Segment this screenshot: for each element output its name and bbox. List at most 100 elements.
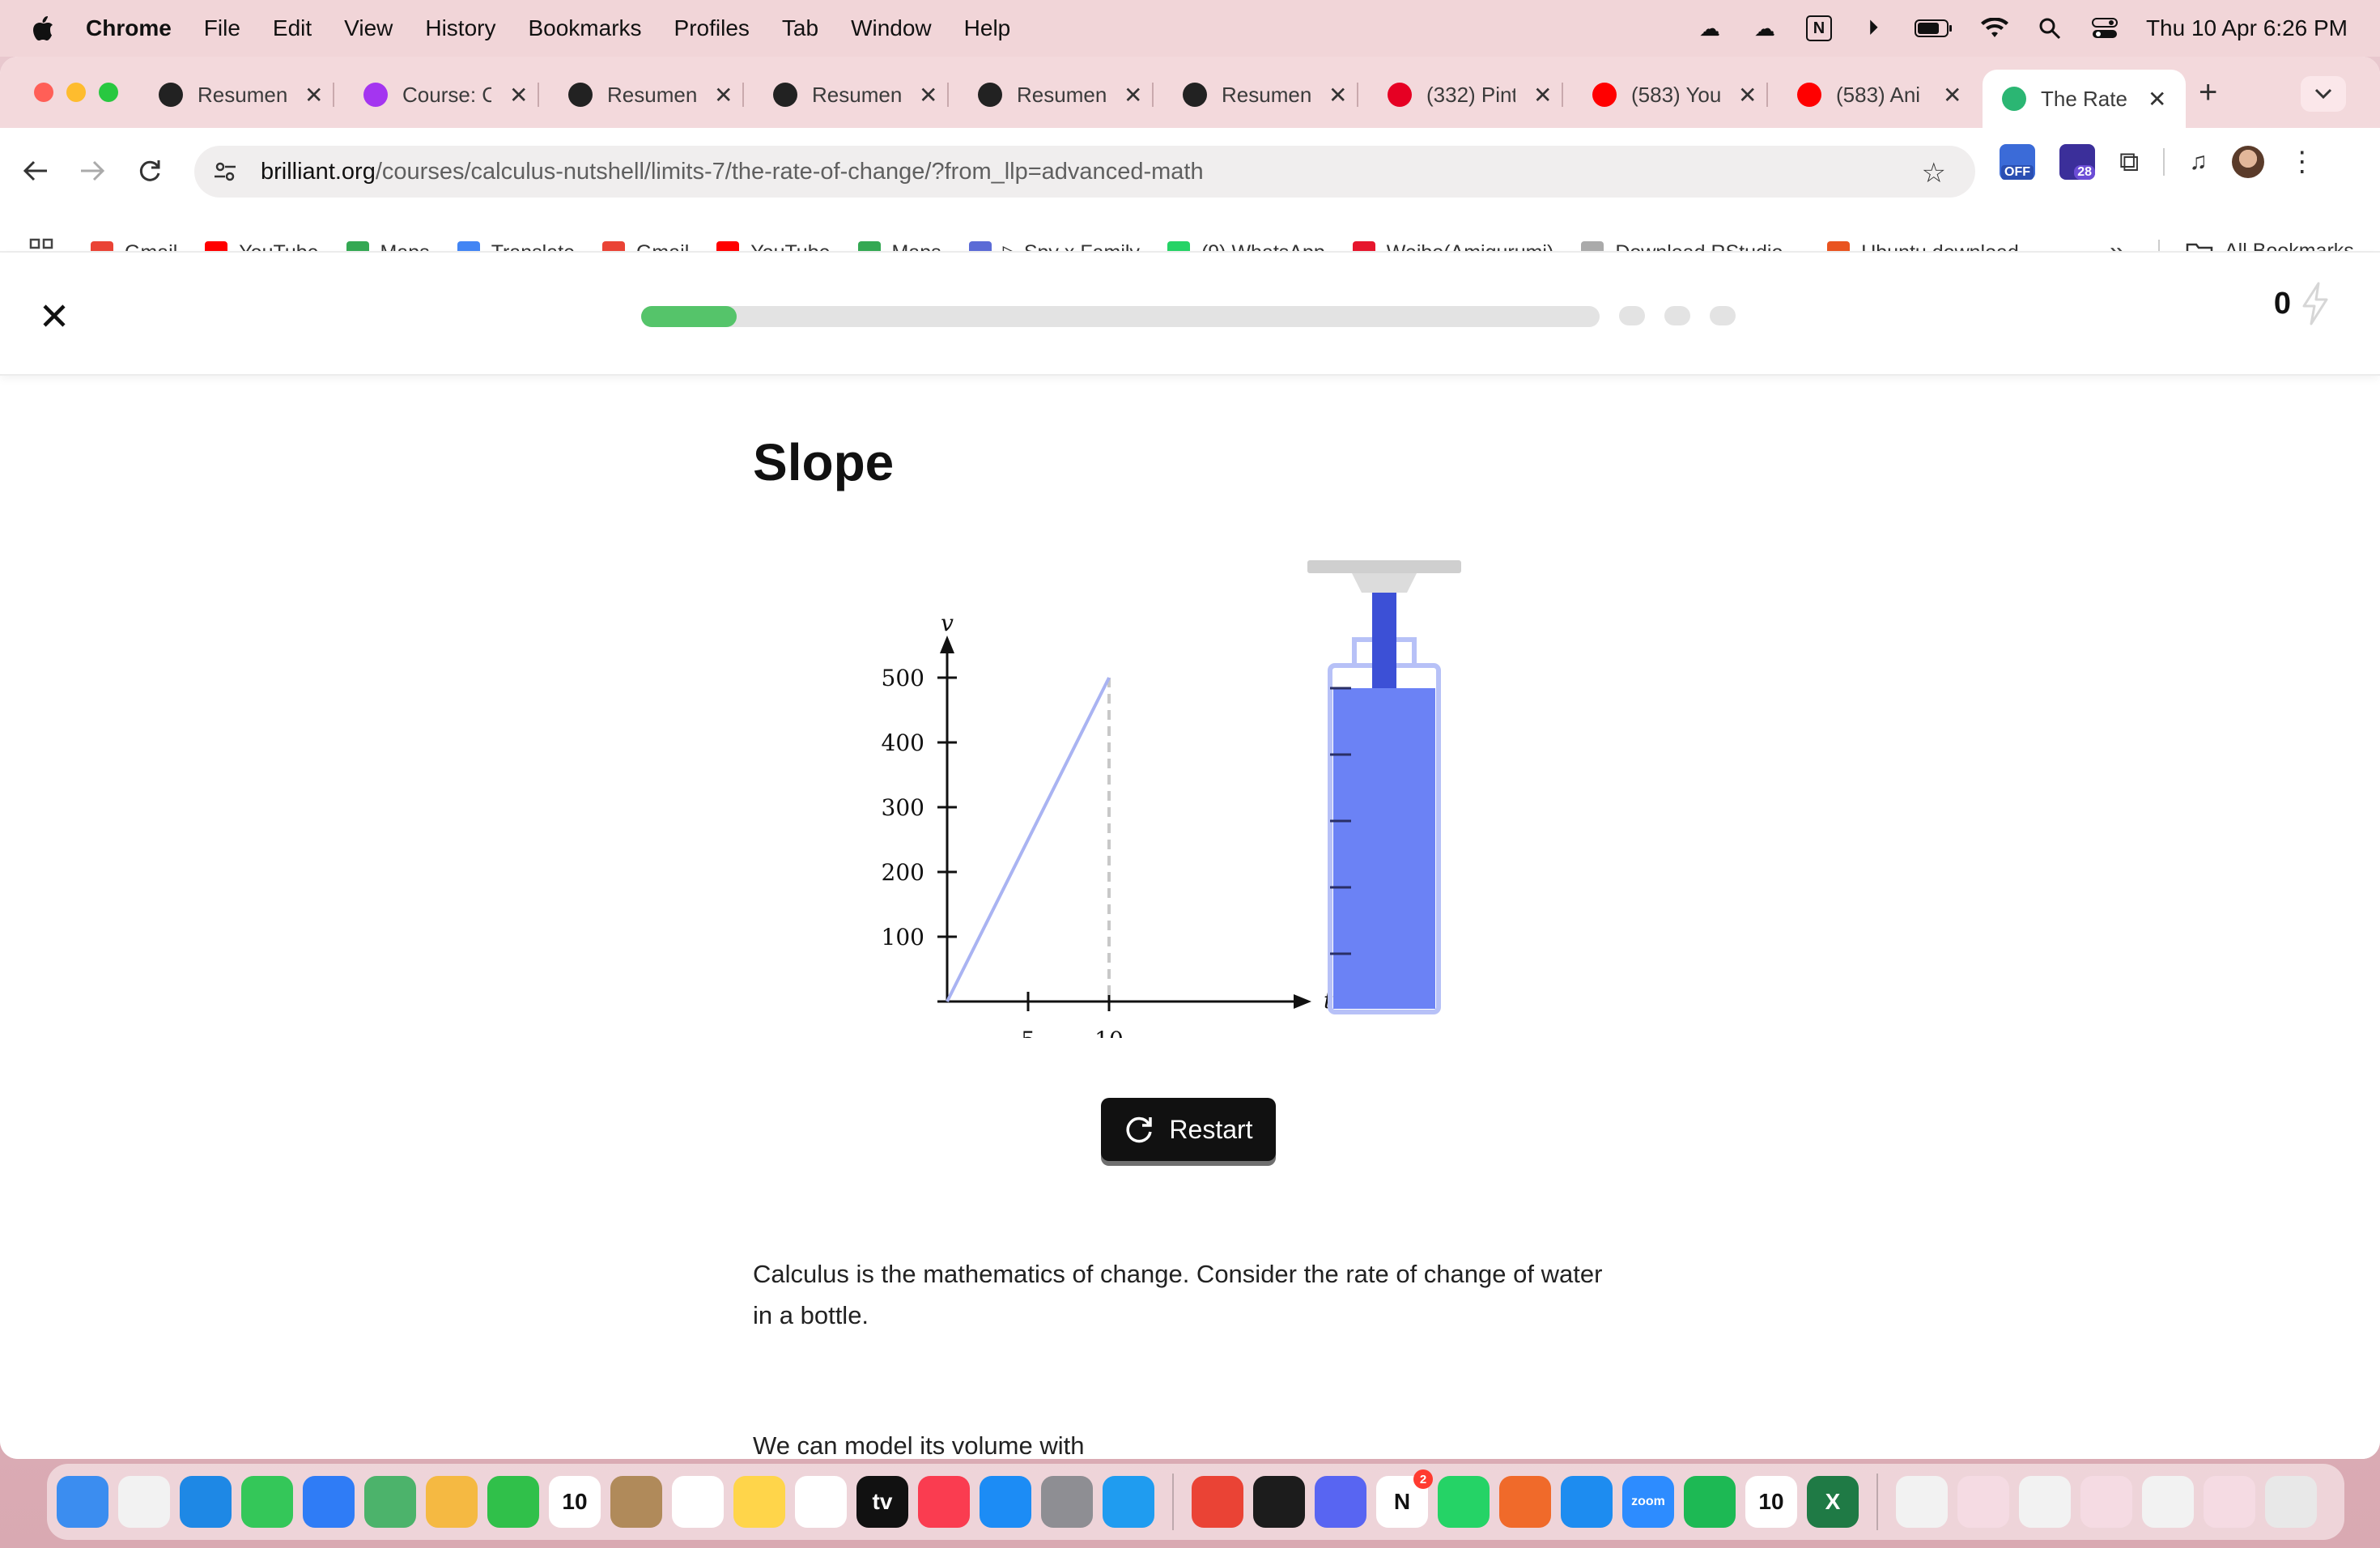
terminal-icon[interactable] [1253, 1476, 1305, 1528]
close-tab-icon[interactable]: ✕ [1943, 82, 1961, 108]
lightning-icon [2302, 282, 2328, 325]
cloud-icon[interactable]: ☁ [1751, 15, 1779, 42]
appstore-icon[interactable] [980, 1476, 1031, 1528]
site-settings-icon[interactable] [209, 155, 241, 188]
close-window-button[interactable] [34, 83, 53, 102]
close-tab-icon[interactable]: ✕ [919, 82, 937, 108]
file-icon[interactable] [2142, 1476, 2194, 1528]
extensions-puzzle-icon[interactable]: ⧉ [2119, 147, 2139, 178]
chrome-icon[interactable] [1192, 1476, 1243, 1528]
browser-tab[interactable]: The Rate ✕ [1983, 70, 2187, 128]
file-icon[interactable] [2204, 1476, 2255, 1528]
minimize-window-button[interactable] [66, 83, 86, 102]
safari-icon[interactable] [180, 1476, 232, 1528]
close-tab-icon[interactable]: ✕ [2148, 86, 2166, 113]
browser-tab[interactable]: Resumen ✕ [568, 70, 745, 120]
mail-icon[interactable] [303, 1476, 355, 1528]
settings-icon[interactable] [1041, 1476, 1093, 1528]
close-tab-icon[interactable]: ✕ [1328, 82, 1347, 108]
menu-help[interactable]: Help [964, 15, 1011, 41]
dock-divider [1172, 1474, 1174, 1530]
spotify-icon[interactable] [1684, 1476, 1736, 1528]
file-icon[interactable] [1957, 1476, 2009, 1528]
menu-file[interactable]: File [204, 15, 240, 41]
restart-button[interactable]: Restart [1101, 1098, 1276, 1161]
browser-tab[interactable]: (583) You ✕ [1592, 70, 1769, 120]
bookmark-star-icon[interactable]: ☆ [1922, 157, 1946, 189]
notion-menu-icon[interactable]: N [1805, 15, 1832, 41]
tab-search-button[interactable] [2301, 76, 2346, 112]
calendar-number-icon[interactable]: 10 [1745, 1476, 1797, 1528]
browser-tab[interactable]: Resumen ✕ [159, 70, 335, 120]
notes-icon[interactable] [733, 1476, 785, 1528]
menu-view[interactable]: View [344, 15, 393, 41]
zoom-window-button[interactable] [99, 83, 118, 102]
new-tab-button[interactable]: + [2199, 74, 2217, 111]
close-tab-icon[interactable]: ✕ [304, 82, 323, 108]
messages-icon[interactable] [241, 1476, 293, 1528]
launchpad-icon[interactable] [118, 1476, 170, 1528]
maps-icon[interactable] [364, 1476, 416, 1528]
wifi-icon[interactable] [1980, 15, 2008, 42]
y-axis-arrow [940, 636, 954, 653]
back-button[interactable] [23, 159, 49, 190]
pen-icon[interactable] [1499, 1476, 1551, 1528]
contacts-icon[interactable] [610, 1476, 662, 1528]
notion-icon[interactable]: N2 [1376, 1469, 1433, 1528]
close-tab-icon[interactable]: ✕ [509, 82, 528, 108]
weather-icon[interactable]: ☁ [1696, 15, 1723, 42]
facetime-icon[interactable] [487, 1476, 539, 1528]
appletv-icon[interactable]: tv [856, 1476, 908, 1528]
whatsapp-icon[interactable] [1438, 1476, 1490, 1528]
close-lesson-button[interactable] [42, 290, 66, 338]
battery-icon[interactable] [1914, 15, 1953, 42]
profile-avatar[interactable] [2231, 146, 2264, 178]
extension-off-icon[interactable]: OFF [2000, 144, 2035, 180]
finder-icon[interactable] [57, 1476, 108, 1528]
vscode-icon[interactable] [1103, 1476, 1154, 1528]
close-tab-icon[interactable]: ✕ [1124, 82, 1142, 108]
more-menu-icon[interactable]: ⋮ [2289, 146, 2316, 178]
file-icon[interactable] [1896, 1476, 1948, 1528]
close-tab-icon[interactable]: ✕ [1738, 82, 1757, 108]
browser-tab[interactable]: (583) Ani ✕ [1797, 70, 1961, 120]
close-tab-icon[interactable]: ✕ [714, 82, 733, 108]
close-tab-icon[interactable]: ✕ [1533, 82, 1552, 108]
excel-icon[interactable]: X [1807, 1476, 1859, 1528]
energy-counter[interactable]: 0 [2274, 282, 2331, 325]
menu-clock[interactable]: Thu 10 Apr 6:26 PM [2146, 15, 2348, 41]
menu-bookmarks[interactable]: Bookmarks [528, 15, 641, 41]
discord-icon[interactable] [1315, 1476, 1366, 1528]
freeform-icon[interactable] [795, 1476, 847, 1528]
browser-tab[interactable]: Resumen ✕ [773, 70, 950, 120]
extension-graduation-icon[interactable]: 28 [2059, 144, 2095, 180]
menu-history[interactable]: History [425, 15, 495, 41]
menu-profiles[interactable]: Profiles [674, 15, 750, 41]
menu-edit[interactable]: Edit [273, 15, 312, 41]
reminders-icon[interactable] [672, 1476, 724, 1528]
tab-title: Resumen [812, 82, 901, 107]
reload-button[interactable] [138, 159, 162, 190]
apple-icon[interactable] [32, 15, 57, 42]
address-bar[interactable]: brilliant.org/courses/calculus-nutshell/… [194, 146, 1975, 198]
forward-button[interactable] [79, 159, 105, 190]
trash-icon[interactable] [2265, 1476, 2317, 1528]
play-icon[interactable]: ⏵ [1859, 15, 1887, 42]
file-icon[interactable] [2080, 1476, 2132, 1528]
browser-tab[interactable]: (332) Pint ✕ [1388, 70, 1564, 120]
menu-app-name[interactable]: Chrome [86, 15, 172, 41]
music-icon[interactable] [918, 1476, 970, 1528]
spotlight-search-icon[interactable] [2036, 15, 2063, 42]
menu-tab[interactable]: Tab [782, 15, 818, 41]
media-control-icon[interactable]: ♫ [2189, 148, 2208, 176]
docker-icon[interactable] [1561, 1476, 1613, 1528]
browser-tab[interactable]: Resumen ✕ [978, 70, 1154, 120]
control-center-icon[interactable] [2091, 15, 2119, 42]
photos-icon[interactable] [426, 1476, 478, 1528]
zoom-icon[interactable]: zoom [1622, 1476, 1674, 1528]
file-icon[interactable] [2019, 1476, 2071, 1528]
browser-tab[interactable]: Resumen ✕ [1183, 70, 1359, 120]
menu-window[interactable]: Window [851, 15, 932, 41]
calendar-icon[interactable]: 10 [549, 1476, 601, 1528]
browser-tab[interactable]: Course: C ✕ [363, 70, 540, 120]
